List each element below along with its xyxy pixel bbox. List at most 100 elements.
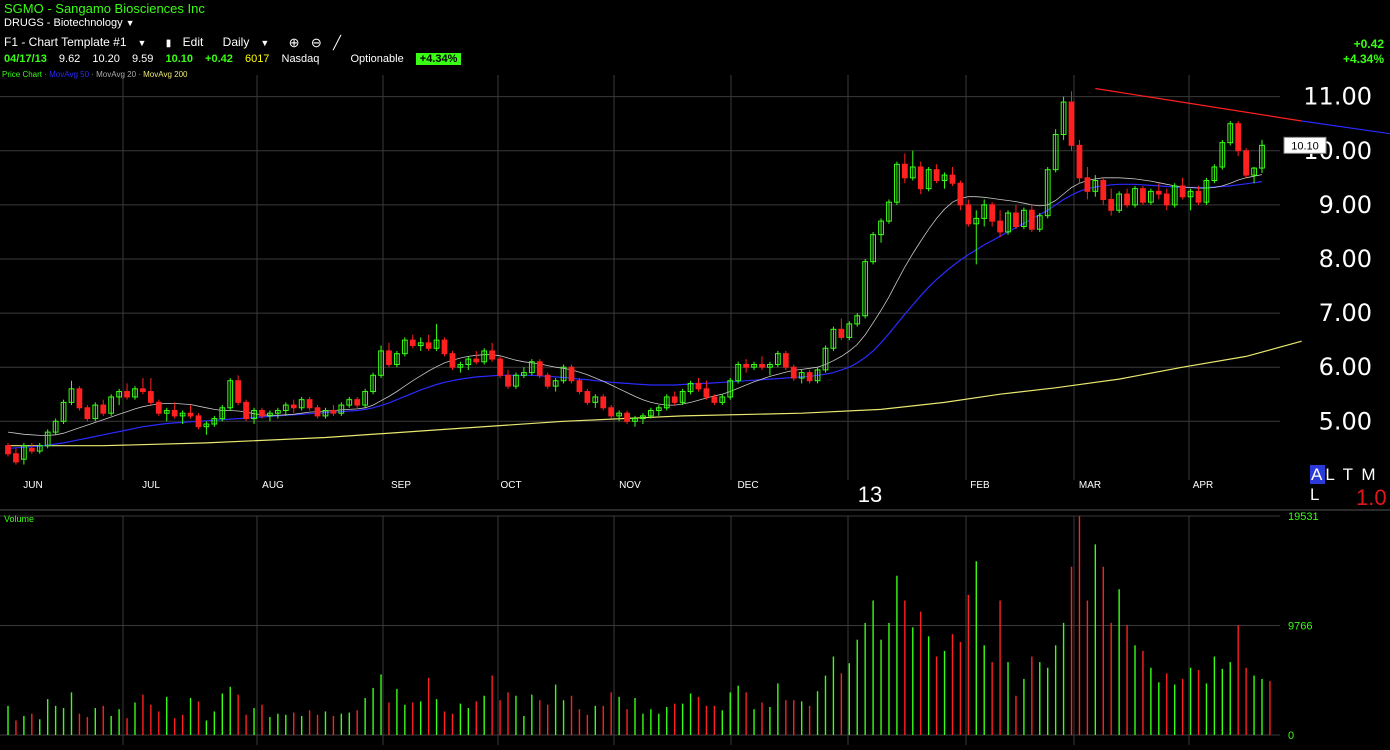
candle xyxy=(925,166,932,192)
candle-body xyxy=(28,447,35,452)
candle xyxy=(489,342,496,362)
month-label: JUL xyxy=(142,480,160,491)
candle xyxy=(267,410,273,422)
candle-body xyxy=(84,407,91,420)
candle-body xyxy=(759,363,765,368)
candle xyxy=(100,399,107,416)
candle xyxy=(1068,91,1075,151)
candle-body xyxy=(441,339,448,355)
candle xyxy=(1203,177,1210,205)
candle xyxy=(290,399,297,414)
candle xyxy=(544,372,551,389)
candle xyxy=(497,356,503,379)
candle xyxy=(124,383,130,400)
candle xyxy=(878,218,884,243)
candle-body xyxy=(1108,198,1115,211)
candle xyxy=(1179,177,1186,200)
candle xyxy=(1124,188,1130,208)
candle-body xyxy=(386,350,392,365)
candle-body xyxy=(949,174,956,184)
candle-body xyxy=(544,374,551,387)
candle xyxy=(1251,166,1257,184)
volume-tick-label: 0 xyxy=(1288,730,1294,742)
candle-body xyxy=(743,363,749,368)
candle xyxy=(1235,120,1242,157)
candle-body xyxy=(965,204,972,225)
candle xyxy=(901,153,908,184)
candle xyxy=(933,164,940,184)
candle xyxy=(568,364,575,384)
candle xyxy=(163,407,170,422)
month-label: JUN xyxy=(23,480,42,491)
candle-body xyxy=(584,391,591,403)
candle-body xyxy=(790,366,797,379)
candle xyxy=(330,405,337,416)
candle xyxy=(1163,188,1170,211)
candle-body xyxy=(124,391,130,398)
candle xyxy=(806,369,813,384)
candle xyxy=(981,199,988,227)
candle-body xyxy=(171,409,178,417)
price-tick-label: 5.00 xyxy=(1319,407,1372,435)
candle xyxy=(751,361,757,370)
candle-body xyxy=(330,409,337,414)
candle-body xyxy=(489,350,496,360)
candle xyxy=(909,150,916,181)
candle xyxy=(60,399,67,425)
candle-body xyxy=(140,388,146,393)
candle xyxy=(140,378,146,395)
candle-body xyxy=(1179,185,1186,198)
ma200-line xyxy=(8,340,1302,447)
candle xyxy=(997,210,1003,238)
candle xyxy=(616,410,623,422)
candle-body xyxy=(5,445,11,455)
price-tick-label: 11.00 xyxy=(1303,83,1372,111)
candle-body xyxy=(1235,123,1242,152)
month-label: DEC xyxy=(737,480,758,491)
candle xyxy=(679,388,686,406)
candle-body xyxy=(354,399,361,406)
candle xyxy=(1211,164,1218,184)
candle xyxy=(917,161,924,195)
candle xyxy=(655,405,662,416)
candle xyxy=(44,429,51,449)
candle xyxy=(449,350,456,370)
candle xyxy=(767,361,773,376)
candle xyxy=(306,396,313,411)
candle xyxy=(1036,212,1043,232)
candle xyxy=(5,442,11,457)
candle xyxy=(203,421,210,435)
candle xyxy=(68,380,75,406)
month-label: SEP xyxy=(391,480,411,491)
tml-value: 1.0 xyxy=(1356,485,1387,510)
candle-body xyxy=(187,412,194,417)
month-label: MAR xyxy=(1079,480,1101,491)
candle xyxy=(147,378,154,406)
candle xyxy=(108,394,115,416)
candle xyxy=(830,326,837,351)
candle xyxy=(362,388,369,408)
red-trendline xyxy=(1095,87,1302,122)
candle xyxy=(687,380,694,395)
candle xyxy=(28,442,35,454)
candle xyxy=(155,399,162,416)
month-label: APR xyxy=(1193,480,1214,491)
candle-body xyxy=(1028,209,1035,230)
candle xyxy=(592,394,599,408)
candle xyxy=(838,318,845,341)
candle-body xyxy=(1124,193,1130,206)
candle xyxy=(552,378,559,392)
candle-body xyxy=(933,169,940,182)
price-tick-label: 9.00 xyxy=(1319,191,1372,219)
candle xyxy=(640,413,646,425)
candle xyxy=(314,405,321,419)
price-volume-chart[interactable]: 5.006.007.008.009.0010.0011.000976619531… xyxy=(0,0,1390,750)
month-label: AUG xyxy=(262,480,284,491)
year-label: 13 xyxy=(858,482,882,507)
candle-body xyxy=(505,374,511,387)
candle xyxy=(560,364,567,384)
candle-body xyxy=(290,404,297,409)
candle-body xyxy=(989,204,996,222)
candle xyxy=(433,323,440,351)
candle-body xyxy=(671,396,678,403)
